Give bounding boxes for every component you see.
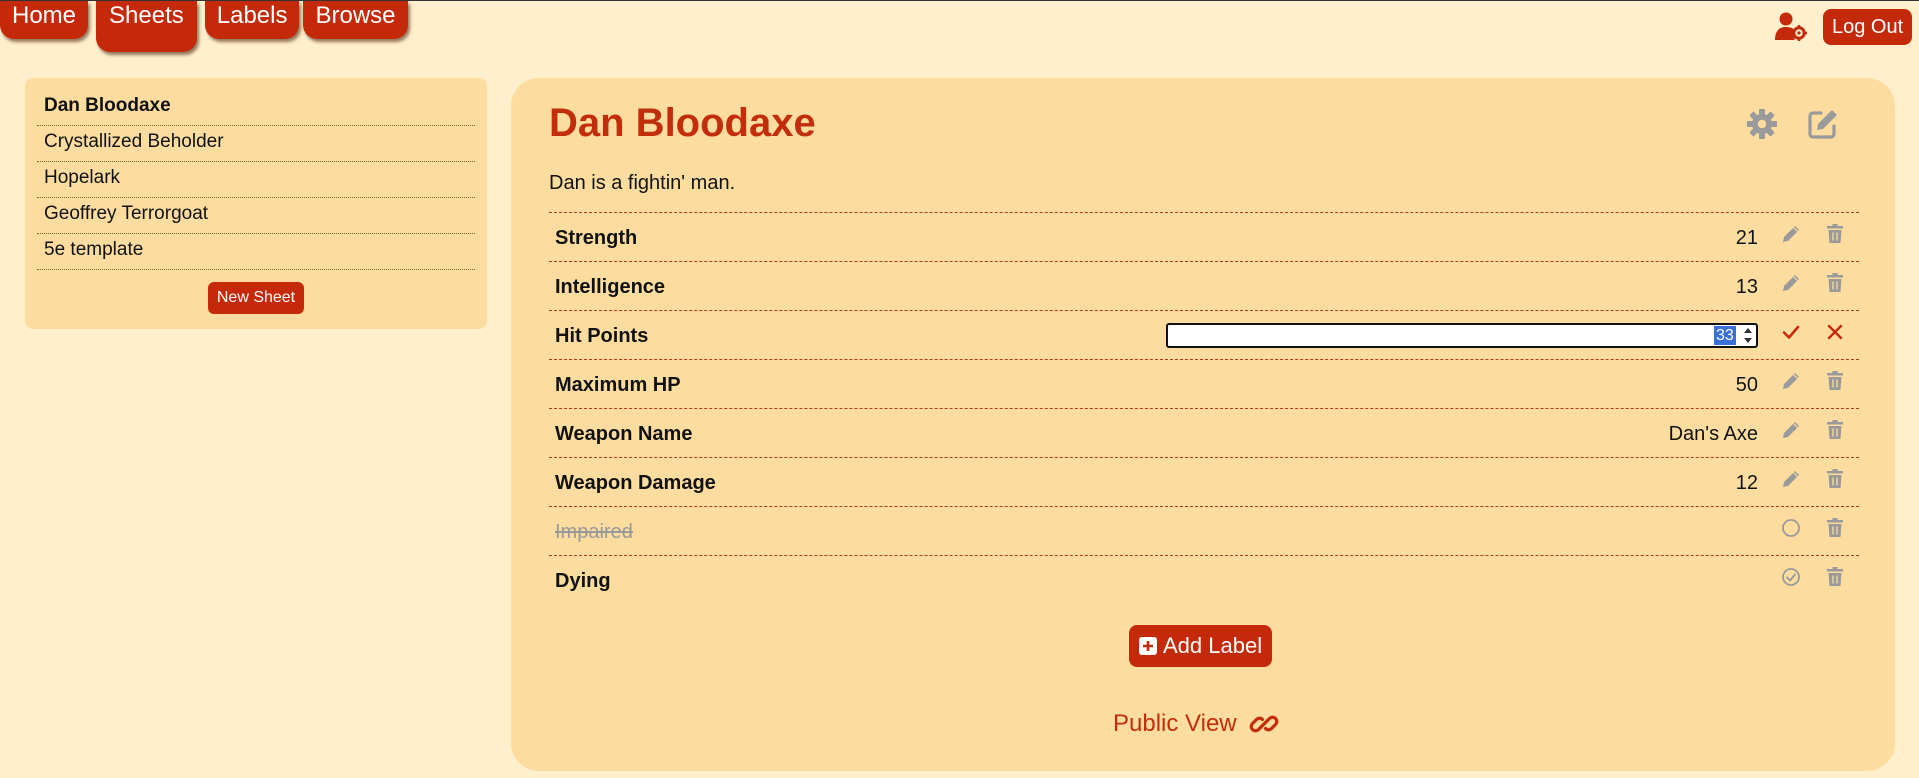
new-sheet-button[interactable]: New Sheet xyxy=(207,282,305,314)
label-row-dying: Dying xyxy=(549,556,1859,605)
label-value: 12 xyxy=(1735,472,1758,494)
link-icon xyxy=(1249,715,1278,733)
nav-tab-labels[interactable]: Labels xyxy=(204,1,300,39)
sidebar-item-hopelark[interactable]: Hopelark xyxy=(37,162,475,198)
label-name: Weapon Damage xyxy=(555,472,716,494)
nav-tab-home[interactable]: Home xyxy=(0,1,89,39)
selected-value-text: 33 xyxy=(1714,326,1736,345)
pencil-icon[interactable] xyxy=(1780,370,1802,392)
trash-icon[interactable] xyxy=(1824,370,1846,392)
label-name: Impaired xyxy=(555,521,633,543)
sheet-description: Dan is a fightin' man. xyxy=(549,172,736,194)
pencil-icon[interactable] xyxy=(1780,468,1802,490)
sheet-title: Dan Bloodaxe xyxy=(549,101,816,145)
add-label-button[interactable]: Add Label xyxy=(1129,625,1273,667)
trash-icon[interactable] xyxy=(1824,272,1846,294)
label-row-weapon-name: Weapon Name Dan's Axe xyxy=(549,409,1859,458)
pencil-icon[interactable] xyxy=(1780,223,1802,245)
edit-icon[interactable] xyxy=(1807,108,1839,140)
label-row-intelligence: Intelligence 13 xyxy=(549,262,1859,311)
checked-circle-icon[interactable] xyxy=(1780,566,1802,588)
sheets-sidebar: Dan Bloodaxe Crystallized Beholder Hopel… xyxy=(25,78,487,329)
nav-tab-sheets[interactable]: Sheets xyxy=(96,1,197,52)
hit-points-value-input[interactable] xyxy=(1166,323,1758,348)
cancel-x-icon[interactable] xyxy=(1824,321,1846,343)
label-name: Strength xyxy=(555,227,638,249)
main-nav: Home Sheets Labels Browse xyxy=(0,1,408,52)
sidebar-item-dan-bloodaxe[interactable]: Dan Bloodaxe xyxy=(37,90,475,126)
label-value: Dan's Axe xyxy=(1668,423,1758,445)
label-row-hit-points: Hit Points 33 xyxy=(549,311,1859,360)
sidebar-item-geoffrey-terrorgoat[interactable]: Geoffrey Terrorgoat xyxy=(37,198,475,234)
trash-icon[interactable] xyxy=(1824,468,1846,490)
user-gear-icon[interactable] xyxy=(1775,11,1807,41)
pencil-icon[interactable] xyxy=(1780,419,1802,441)
confirm-check-icon[interactable] xyxy=(1780,321,1802,343)
add-label-text: Add Label xyxy=(1163,633,1263,658)
label-name: Hit Points xyxy=(555,325,649,347)
trash-icon[interactable] xyxy=(1824,223,1846,245)
unchecked-circle-icon[interactable] xyxy=(1780,517,1802,539)
label-name: Weapon Name xyxy=(555,423,693,445)
label-value: 13 xyxy=(1735,276,1758,298)
label-row-maximum-hp: Maximum HP 50 xyxy=(549,360,1859,409)
number-spinner-icon[interactable] xyxy=(1742,325,1754,346)
sheet-panel: Dan Bloodaxe Dan is a fightin' man. Stre… xyxy=(511,78,1895,771)
nav-tab-browse[interactable]: Browse xyxy=(303,1,408,39)
trash-icon[interactable] xyxy=(1824,517,1846,539)
labels-list: Strength 21 Intelligence 13 Hit Points 3… xyxy=(549,212,1859,605)
label-value: 50 xyxy=(1735,374,1758,396)
public-view-link[interactable]: Public View xyxy=(1113,709,1279,739)
label-row-weapon-damage: Weapon Damage 12 xyxy=(549,458,1859,507)
label-name: Dying xyxy=(555,570,611,592)
gear-icon[interactable] xyxy=(1746,108,1778,140)
label-row-impaired: Impaired xyxy=(549,507,1859,556)
sidebar-item-5e-template[interactable]: 5e template xyxy=(37,234,475,270)
logout-button[interactable]: Log Out xyxy=(1823,9,1913,45)
label-name: Intelligence xyxy=(555,276,666,298)
label-row-strength: Strength 21 xyxy=(549,213,1859,262)
trash-icon[interactable] xyxy=(1824,566,1846,588)
public-view-text: Public View xyxy=(1113,710,1237,737)
sidebar-item-crystallized-beholder[interactable]: Crystallized Beholder xyxy=(37,126,475,162)
label-name: Maximum HP xyxy=(555,374,681,396)
plus-box-icon xyxy=(1139,637,1157,655)
trash-icon[interactable] xyxy=(1824,419,1846,441)
pencil-icon[interactable] xyxy=(1780,272,1802,294)
label-value: 21 xyxy=(1735,227,1758,249)
